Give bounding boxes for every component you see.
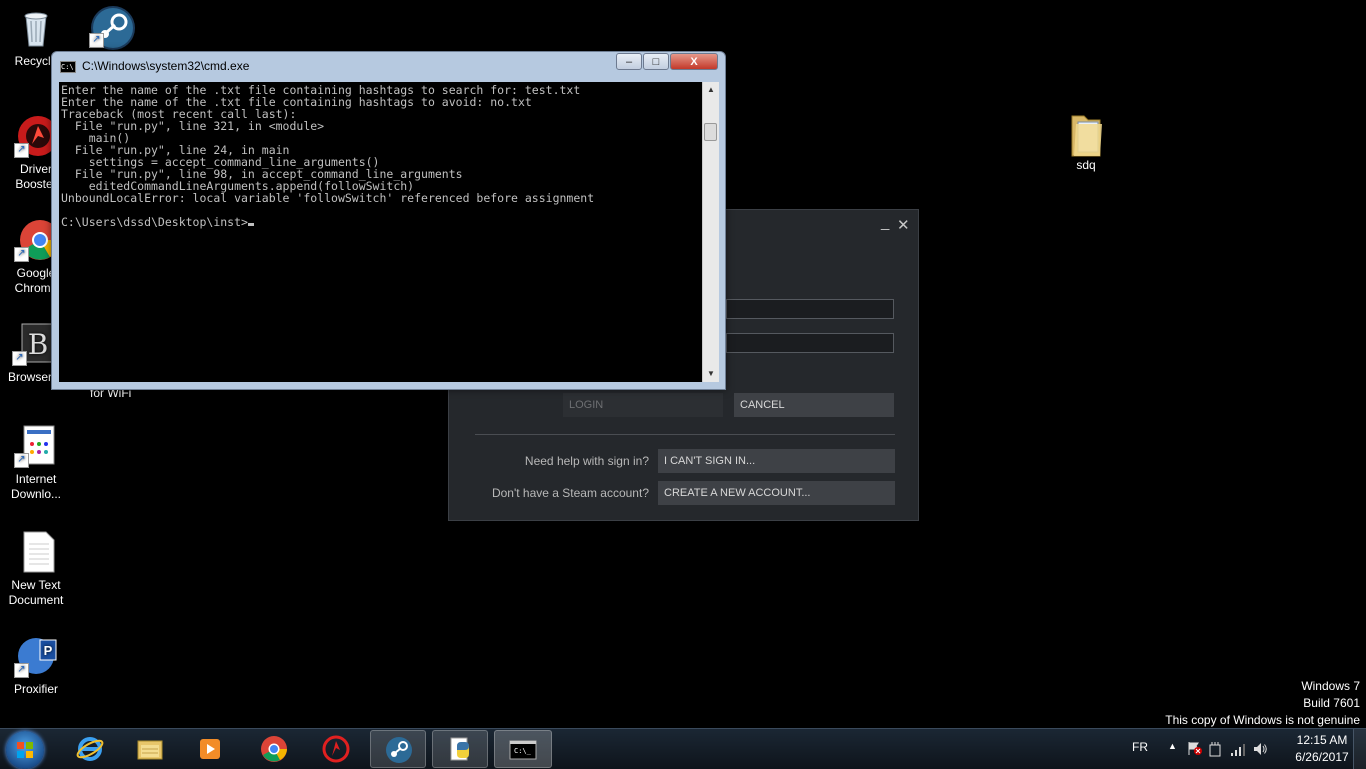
- steam-icon: ↗: [89, 4, 135, 50]
- desktop-icon-new-text-document[interactable]: New Text Document: [6, 530, 66, 608]
- clock-time[interactable]: 12:15 AM: [1292, 733, 1352, 747]
- network-signal-icon[interactable]: [1230, 741, 1246, 760]
- console-line: UnboundLocalError: local variable 'follo…: [61, 191, 595, 205]
- steam-help-label: Need help with sign in?: [524, 454, 649, 468]
- steam-create-label: Don't have a Steam account?: [491, 486, 649, 500]
- steam-divider: [475, 434, 895, 435]
- cmd-titlebar[interactable]: C:\ C:\Windows\system32\cmd.exe – □ X: [52, 52, 725, 79]
- internet-download-manager-icon: ↗: [14, 424, 58, 468]
- cmd-app-icon: C:\: [60, 61, 76, 73]
- desktop-icon-folder-sdq[interactable]: sdq: [1056, 110, 1116, 173]
- taskbar-driver-booster[interactable]: [308, 730, 364, 768]
- cmd-maximize-button[interactable]: □: [643, 53, 669, 70]
- cmd-icon: C:\_: [509, 740, 537, 760]
- windows-logo-icon: [17, 742, 33, 758]
- steam-cant-sign-in-button[interactable]: I CAN'T SIGN IN...: [658, 449, 895, 473]
- shortcut-arrow-icon: ↗: [14, 143, 29, 158]
- folder-icon: [1064, 110, 1108, 157]
- show-hidden-icons-icon[interactable]: ▲: [1168, 741, 1177, 751]
- scroll-down-arrow-icon[interactable]: ▼: [703, 366, 719, 382]
- taskbar-google-chrome[interactable]: [246, 730, 302, 768]
- taskbar-python[interactable]: [432, 730, 488, 768]
- watermark-line-2: Build 7601: [1303, 696, 1360, 710]
- desktop-icon-steam[interactable]: ↗: [84, 4, 138, 52]
- show-desktop-button[interactable]: [1353, 729, 1366, 769]
- cmd-window-title: C:\Windows\system32\cmd.exe: [82, 59, 250, 73]
- cmd-console-text: Enter the name of the .txt file containi…: [59, 82, 702, 230]
- console-cursor: [247, 223, 254, 226]
- ie-icon: [76, 737, 104, 761]
- shortcut-arrow-icon: ↗: [89, 33, 104, 48]
- taskbar-steam[interactable]: [370, 730, 426, 768]
- steam-login-button[interactable]: LOGIN: [563, 393, 723, 417]
- scroll-up-arrow-icon[interactable]: ▲: [703, 82, 719, 98]
- cmd-window[interactable]: C:\ C:\Windows\system32\cmd.exe – □ X En…: [51, 51, 726, 390]
- watermark-line-3: This copy of Windows is not genuine: [1165, 713, 1360, 727]
- console-line: C:\Users\dssd\Desktop\inst>: [61, 215, 248, 229]
- shortcut-arrow-icon: ↗: [12, 351, 27, 366]
- taskbar-internet-explorer[interactable]: [62, 730, 118, 768]
- taskbar-cmd[interactable]: C:\_: [494, 730, 552, 768]
- svg-text:B: B: [28, 328, 49, 361]
- taskbar-media-player[interactable]: [182, 730, 238, 768]
- steam-icon: [386, 737, 412, 763]
- device-icon[interactable]: [1208, 741, 1222, 760]
- chrome-icon: [261, 736, 287, 762]
- watermark-line-1: Windows 7: [1301, 679, 1360, 693]
- steam-create-account-button[interactable]: CREATE A NEW ACCOUNT...: [658, 481, 895, 505]
- desktop-icon-label: Internet Downlo...: [10, 472, 62, 501]
- media-player-icon: [200, 739, 220, 759]
- clock-date[interactable]: 6/26/2017: [1292, 750, 1352, 764]
- text-document-icon: [14, 530, 58, 574]
- desktop-icon-proxifier[interactable]: P ↗ Proxifier: [6, 634, 66, 697]
- svg-text:P: P: [44, 643, 53, 658]
- cmd-vertical-scrollbar[interactable]: ▲ ▼: [702, 82, 719, 382]
- driver-booster-icon: [322, 735, 350, 763]
- steam-username-field[interactable]: [726, 299, 894, 319]
- steam-close-button[interactable]: ✕: [897, 216, 910, 234]
- svg-text:C:\_: C:\_: [514, 747, 532, 755]
- windows-watermark: Windows 7 Build 7601 This copy of Window…: [1165, 678, 1360, 729]
- steam-password-field[interactable]: [726, 333, 894, 353]
- shortcut-arrow-icon: ↗: [14, 663, 29, 678]
- action-center-flag-icon[interactable]: [1186, 740, 1202, 759]
- taskbar-file-explorer[interactable]: [122, 730, 178, 768]
- cmd-close-button[interactable]: X: [670, 53, 718, 70]
- language-indicator[interactable]: FR: [1132, 740, 1148, 754]
- steam-cancel-button[interactable]: CANCEL: [734, 393, 894, 417]
- python-icon: [450, 737, 469, 761]
- desktop-icon-label: New Text Document: [8, 578, 64, 607]
- shortcut-arrow-icon: ↗: [14, 247, 29, 262]
- scrollbar-thumb[interactable]: [704, 123, 717, 141]
- steam-minimize-button[interactable]: _: [881, 214, 889, 231]
- recycle-bin-icon: [14, 6, 58, 50]
- cmd-minimize-button[interactable]: –: [616, 53, 642, 70]
- explorer-icon: [137, 740, 163, 760]
- start-button[interactable]: [6, 731, 44, 769]
- browser-app-icon: B ↗: [12, 322, 56, 366]
- cmd-console-output[interactable]: Enter the name of the .txt file containi…: [59, 82, 702, 382]
- shortcut-arrow-icon: ↗: [14, 453, 29, 468]
- proxifier-icon: P ↗: [14, 634, 58, 678]
- taskbar: C:\_ FR ▲ 12:15 AM 6/26/2017: [0, 728, 1366, 769]
- desktop-icon-label: Proxifier: [13, 682, 58, 696]
- desktop-icon-internet-download-manager[interactable]: ↗ Internet Downlo...: [6, 424, 66, 502]
- system-tray: FR ▲ 12:15 AM 6/26/2017: [1126, 729, 1366, 769]
- volume-icon[interactable]: [1252, 741, 1268, 760]
- desktop-icon-label: sdq: [1076, 158, 1096, 172]
